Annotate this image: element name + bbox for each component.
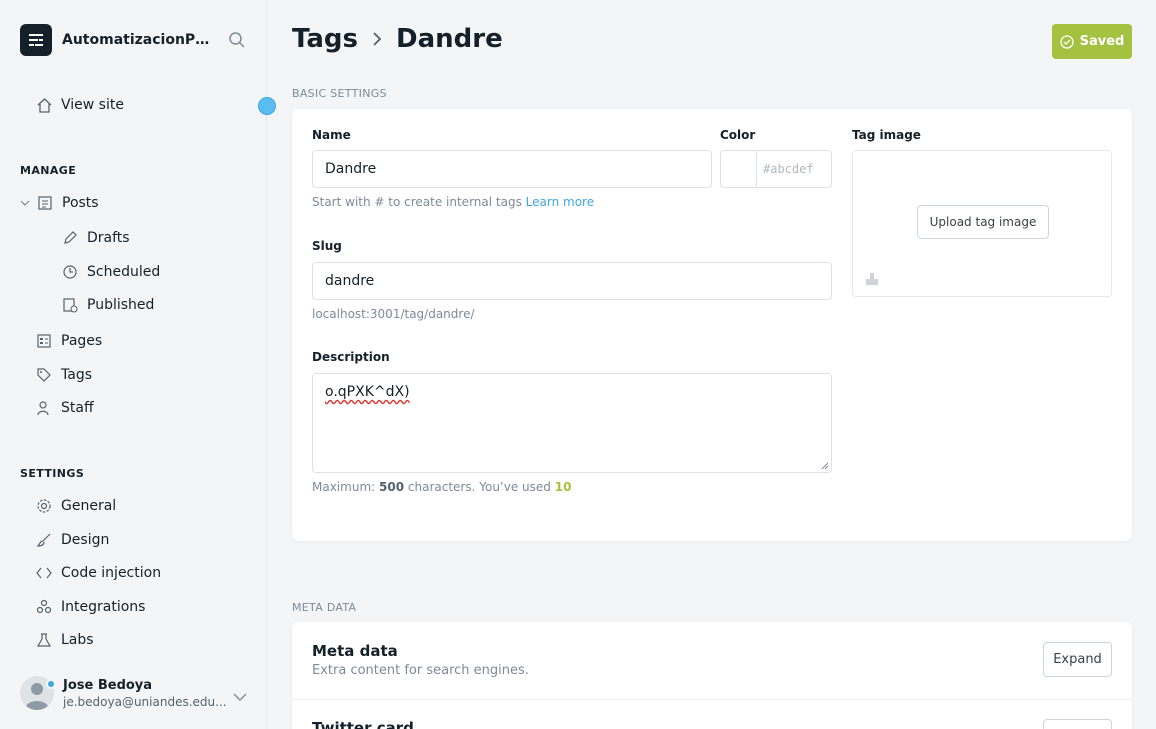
desc-max: 500 xyxy=(379,480,405,494)
code-injection-label: Code injection xyxy=(61,565,162,581)
user-email: je.bedoya@uniandes.edu... xyxy=(63,694,227,709)
upload-tag-image-button[interactable]: Upload tag image xyxy=(917,205,1049,239)
name-label: Name xyxy=(312,128,351,142)
manage-section-title: MANAGE xyxy=(20,164,77,177)
twitter-card-title: Twitter card xyxy=(312,719,414,729)
sidebar-item-staff[interactable]: Staff xyxy=(35,399,94,417)
breadcrumb: Tags Dandre xyxy=(292,24,503,54)
color-input[interactable]: #abcdef xyxy=(756,150,832,188)
name-input[interactable]: Dandre xyxy=(312,150,712,188)
search-icon[interactable] xyxy=(228,31,248,51)
published-label: Published xyxy=(87,297,155,313)
desc-used: 10 xyxy=(554,480,572,494)
slug-url: localhost:3001/tag/dandre/ xyxy=(312,307,475,321)
sidebar-item-drafts[interactable]: Drafts xyxy=(61,229,130,247)
user-name: Jose Bedoya xyxy=(63,677,153,693)
pencil-icon xyxy=(61,229,79,247)
slug-label: Slug xyxy=(312,239,342,253)
slug-input[interactable]: dandre xyxy=(312,262,832,300)
staff-icon xyxy=(35,399,53,417)
pages-icon xyxy=(35,332,53,350)
tag-image-dropzone[interactable]: Upload tag image xyxy=(852,150,1112,297)
sidebar: AutomatizacionPr... View site MANAGE Pos… xyxy=(0,0,276,729)
tag-icon xyxy=(35,366,53,384)
design-label: Design xyxy=(61,532,110,548)
settings-section-title: SETTINGS xyxy=(20,467,85,480)
view-site-link[interactable]: View site xyxy=(35,96,124,114)
brush-icon xyxy=(35,531,53,549)
description-value: o.qPXK^dX) xyxy=(325,384,410,400)
sidebar-item-posts[interactable]: Posts xyxy=(20,194,99,212)
published-icon xyxy=(61,296,79,314)
home-icon xyxy=(35,96,53,114)
desc-hint-mid: characters. You’ve used xyxy=(407,480,551,494)
flask-icon xyxy=(35,631,53,649)
description-textarea[interactable]: o.qPXK^dX) xyxy=(312,373,832,473)
saved-button[interactable]: Saved xyxy=(1052,24,1132,59)
sidebar-item-published[interactable]: Published xyxy=(61,296,154,314)
status-dot xyxy=(46,679,56,689)
name-hint-text: Start with # to create internal tags xyxy=(312,195,522,209)
general-label: General xyxy=(61,498,117,514)
sidebar-item-tags[interactable]: Tags xyxy=(35,366,92,384)
brand-logo-icon xyxy=(20,24,52,56)
page-title: Dandre xyxy=(396,24,503,54)
learn-more-link[interactable]: Learn more xyxy=(526,195,594,209)
sidebar-item-design[interactable]: Design xyxy=(35,531,109,549)
saved-label: Saved xyxy=(1079,34,1125,49)
brand-name: AutomatizacionPr... xyxy=(62,32,212,48)
sidebar-item-code-injection[interactable]: Code injection xyxy=(35,564,161,582)
desc-hint-prefix: Maximum: xyxy=(312,480,376,494)
sidebar-item-labs[interactable]: Labs xyxy=(35,631,94,649)
integrations-label: Integrations xyxy=(61,599,146,615)
sidebar-item-integrations[interactable]: Integrations xyxy=(35,598,145,616)
scheduled-label: Scheduled xyxy=(87,264,161,280)
posts-label: Posts xyxy=(62,195,99,211)
chevron-right-icon xyxy=(370,30,384,48)
staff-label: Staff xyxy=(61,400,94,416)
meta-data-section-title: META DATA xyxy=(292,601,357,614)
color-swatch[interactable] xyxy=(720,150,756,188)
basic-settings-title: BASIC SETTINGS xyxy=(292,87,387,100)
meta-data-subtitle: Extra content for search engines. xyxy=(312,663,529,678)
view-site-label: View site xyxy=(61,97,124,113)
tags-label: Tags xyxy=(61,367,92,383)
drafts-label: Drafts xyxy=(87,230,130,246)
brand[interactable]: AutomatizacionPr... xyxy=(20,24,212,56)
sidebar-item-scheduled[interactable]: Scheduled xyxy=(61,263,160,281)
divider xyxy=(292,699,1132,700)
user-menu[interactable]: Jose Bedoya je.bedoya@uniandes.edu... xyxy=(20,676,228,710)
check-circle-icon xyxy=(1059,34,1074,49)
clock-icon xyxy=(61,263,79,281)
meta-data-card: Meta data Extra content for search engin… xyxy=(292,622,1132,729)
notification-dot xyxy=(258,97,276,115)
gear-icon xyxy=(35,497,53,515)
pages-label: Pages xyxy=(61,333,103,349)
meta-data-title: Meta data xyxy=(312,642,398,660)
color-label: Color xyxy=(720,128,756,142)
sidebar-item-pages[interactable]: Pages xyxy=(35,332,102,350)
sidebar-item-general[interactable]: General xyxy=(35,497,116,515)
resize-handle-icon[interactable] xyxy=(821,462,829,470)
meta-data-expand-button[interactable]: Expand xyxy=(1043,642,1112,677)
posts-icon xyxy=(36,194,54,212)
labs-label: Labs xyxy=(61,632,94,648)
description-hint: Maximum: 500 characters. You’ve used 10 xyxy=(312,480,571,494)
name-hint: Start with # to create internal tags Lea… xyxy=(312,195,594,209)
code-icon xyxy=(35,564,53,582)
image-upload-icon xyxy=(865,271,879,290)
twitter-card-expand-button[interactable]: Expand xyxy=(1043,719,1112,729)
breadcrumb-tags-link[interactable]: Tags xyxy=(292,24,358,54)
chevron-down-icon[interactable] xyxy=(232,689,248,709)
tag-image-label: Tag image xyxy=(852,128,921,142)
chevron-down-icon[interactable] xyxy=(20,198,34,208)
description-label: Description xyxy=(312,350,390,364)
integrations-icon xyxy=(35,598,53,616)
